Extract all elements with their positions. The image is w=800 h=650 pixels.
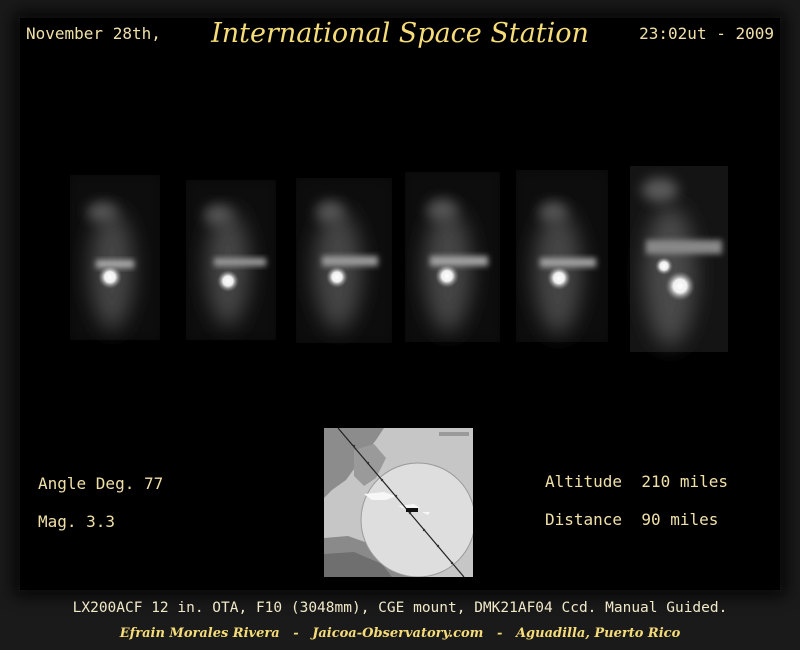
credits-caption: Efrain Morales Rivera - Jaicoa-Observato… xyxy=(119,626,681,641)
distance-label: Distance 90 miles xyxy=(545,510,719,529)
iss-frame-2 xyxy=(186,180,276,340)
iss-frame-4 xyxy=(405,172,500,342)
iss-frame-5 xyxy=(516,170,608,342)
magnitude-label: Mag. 3.3 xyxy=(38,512,116,531)
iss-frame-3 xyxy=(296,178,392,343)
altitude-label: Altitude 210 miles xyxy=(545,472,729,491)
equipment-caption: LX200ACF 12 in. OTA, F10 (3048mm), CGE m… xyxy=(72,600,728,616)
ground-track-map xyxy=(324,428,473,577)
iss-frame-1 xyxy=(70,175,160,340)
iss-frame-6 xyxy=(630,166,728,352)
angle-label: Angle Deg. 77 xyxy=(38,474,164,493)
